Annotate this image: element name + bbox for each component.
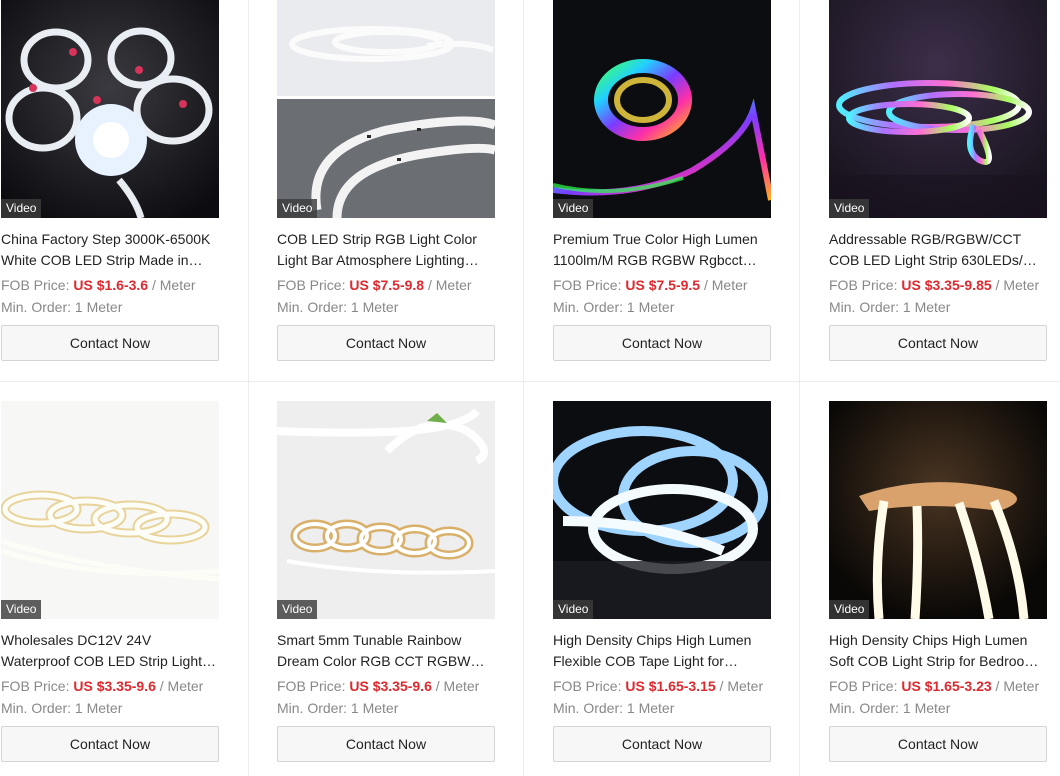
price-value: US $1.6-3.6 — [73, 277, 149, 293]
contact-now-button[interactable]: Contact Now — [1, 325, 219, 361]
min-order: Min. Order: 1 Meter — [829, 700, 951, 716]
product-title[interactable]: Premium True Color High Lumen 1100lm/M R… — [553, 229, 771, 271]
addressable-rgb-strip-image[interactable]: Video — [829, 0, 1047, 218]
price-value: US $1.65-3.23 — [901, 678, 992, 694]
price-label: FOB Price: — [277, 678, 346, 694]
price-unit: / Meter — [427, 277, 472, 293]
contact-now-button[interactable]: Contact Now — [829, 726, 1047, 762]
fob-price: FOB Price: US $1.6-3.6 / Meter — [1, 275, 219, 295]
price-value: US $7.5-9.8 — [349, 277, 425, 293]
product-card[interactable]: Video Wholesales DC12V 24V Waterproof CO… — [1, 401, 219, 762]
price-unit: / Meter — [995, 678, 1040, 694]
min-order: Min. Order: 1 Meter — [277, 299, 399, 315]
price-value: US $1.65-3.15 — [625, 678, 716, 694]
fob-price: FOB Price: US $7.5-9.5 / Meter — [553, 275, 771, 295]
min-order: Min. Order: 1 Meter — [553, 299, 675, 315]
product-card[interactable]: Video Addressable RGB/RGBW/CCT COB LED L… — [829, 0, 1047, 361]
rainbow-led-strip-image[interactable]: Video — [553, 0, 771, 218]
price-label: FOB Price: — [277, 277, 346, 293]
product-card[interactable]: Video High Density Chips High Lumen Flex… — [553, 401, 771, 762]
price-unit: / Meter — [435, 678, 480, 694]
hand-held-cob-strip-image[interactable]: Video — [829, 401, 1047, 619]
contact-now-button[interactable]: Contact Now — [553, 726, 771, 762]
contact-now-button[interactable]: Contact Now — [277, 726, 495, 762]
contact-now-button[interactable]: Contact Now — [829, 325, 1047, 361]
video-badge: Video — [829, 600, 870, 619]
product-card[interactable]: Video COB LED Strip RGB Light Color Ligh… — [277, 0, 495, 361]
product-title[interactable]: Addressable RGB/RGBW/CCT COB LED Light S… — [829, 229, 1047, 271]
product-card[interactable]: Video High Density Chips High Lumen Soft… — [829, 401, 1047, 762]
column-divider — [799, 0, 800, 776]
price-label: FOB Price: — [829, 678, 898, 694]
price-unit: / Meter — [151, 277, 196, 293]
product-title[interactable]: COB LED Strip RGB Light Color Light Bar … — [277, 229, 495, 271]
min-order: Min. Order: 1 Meter — [1, 299, 123, 315]
product-grid: Video China Factory Step 3000K-6500K Whi… — [0, 0, 1060, 776]
price-label: FOB Price: — [553, 277, 622, 293]
video-badge: Video — [829, 199, 870, 218]
min-order: Min. Order: 1 Meter — [277, 700, 399, 716]
video-badge: Video — [553, 199, 594, 218]
video-badge: Video — [277, 600, 318, 619]
min-order: Min. Order: 1 Meter — [1, 700, 123, 716]
tunable-cob-strip-image[interactable]: Video — [277, 401, 495, 619]
product-title[interactable]: Wholesales DC12V 24V Waterproof COB LED … — [1, 630, 219, 672]
product-title[interactable]: High Density Chips High Lumen Soft COB L… — [829, 630, 1047, 672]
price-label: FOB Price: — [553, 678, 622, 694]
column-divider — [248, 0, 249, 776]
fob-price: FOB Price: US $1.65-3.23 / Meter — [829, 676, 1047, 696]
price-label: FOB Price: — [1, 277, 70, 293]
fob-price: FOB Price: US $3.35-9.6 / Meter — [1, 676, 219, 696]
cob-strip-coils-image[interactable]: Video — [1, 401, 219, 619]
price-label: FOB Price: — [829, 277, 898, 293]
fob-price: FOB Price: US $3.35-9.6 / Meter — [277, 676, 495, 696]
video-badge: Video — [553, 600, 594, 619]
price-value: US $3.35-9.85 — [901, 277, 992, 293]
price-label: FOB Price: — [1, 678, 70, 694]
product-card[interactable]: Video China Factory Step 3000K-6500K Whi… — [1, 0, 219, 361]
rgb-cob-led-strip-image[interactable]: Video — [277, 0, 495, 218]
min-order: Min. Order: 1 Meter — [829, 299, 951, 315]
contact-now-button[interactable]: Contact Now — [1, 726, 219, 762]
fob-price: FOB Price: US $3.35-9.85 / Meter — [829, 275, 1047, 295]
price-unit: / Meter — [159, 678, 204, 694]
product-title[interactable]: High Density Chips High Lumen Flexible C… — [553, 630, 771, 672]
price-value: US $3.35-9.6 — [73, 678, 156, 694]
product-card[interactable]: Video Smart 5mm Tunable Rainbow Dream Co… — [277, 401, 495, 762]
white-cob-led-strip-image[interactable]: Video — [1, 0, 219, 218]
product-card[interactable]: Video Premium True Color High Lumen 1100… — [553, 0, 771, 361]
video-badge: Video — [1, 199, 42, 218]
blue-cob-tape-image[interactable]: Video — [553, 401, 771, 619]
column-divider — [523, 0, 524, 776]
price-unit: / Meter — [995, 277, 1040, 293]
row-divider — [0, 381, 1060, 382]
price-value: US $3.35-9.6 — [349, 678, 432, 694]
product-title[interactable]: China Factory Step 3000K-6500K White COB… — [1, 229, 219, 271]
fob-price: FOB Price: US $7.5-9.8 / Meter — [277, 275, 495, 295]
price-unit: / Meter — [703, 277, 748, 293]
price-unit: / Meter — [719, 678, 764, 694]
video-badge: Video — [1, 600, 42, 619]
min-order: Min. Order: 1 Meter — [553, 700, 675, 716]
product-title[interactable]: Smart 5mm Tunable Rainbow Dream Color RG… — [277, 630, 495, 672]
contact-now-button[interactable]: Contact Now — [277, 325, 495, 361]
video-badge: Video — [277, 199, 318, 218]
price-value: US $7.5-9.5 — [625, 277, 701, 293]
contact-now-button[interactable]: Contact Now — [553, 325, 771, 361]
fob-price: FOB Price: US $1.65-3.15 / Meter — [553, 676, 771, 696]
